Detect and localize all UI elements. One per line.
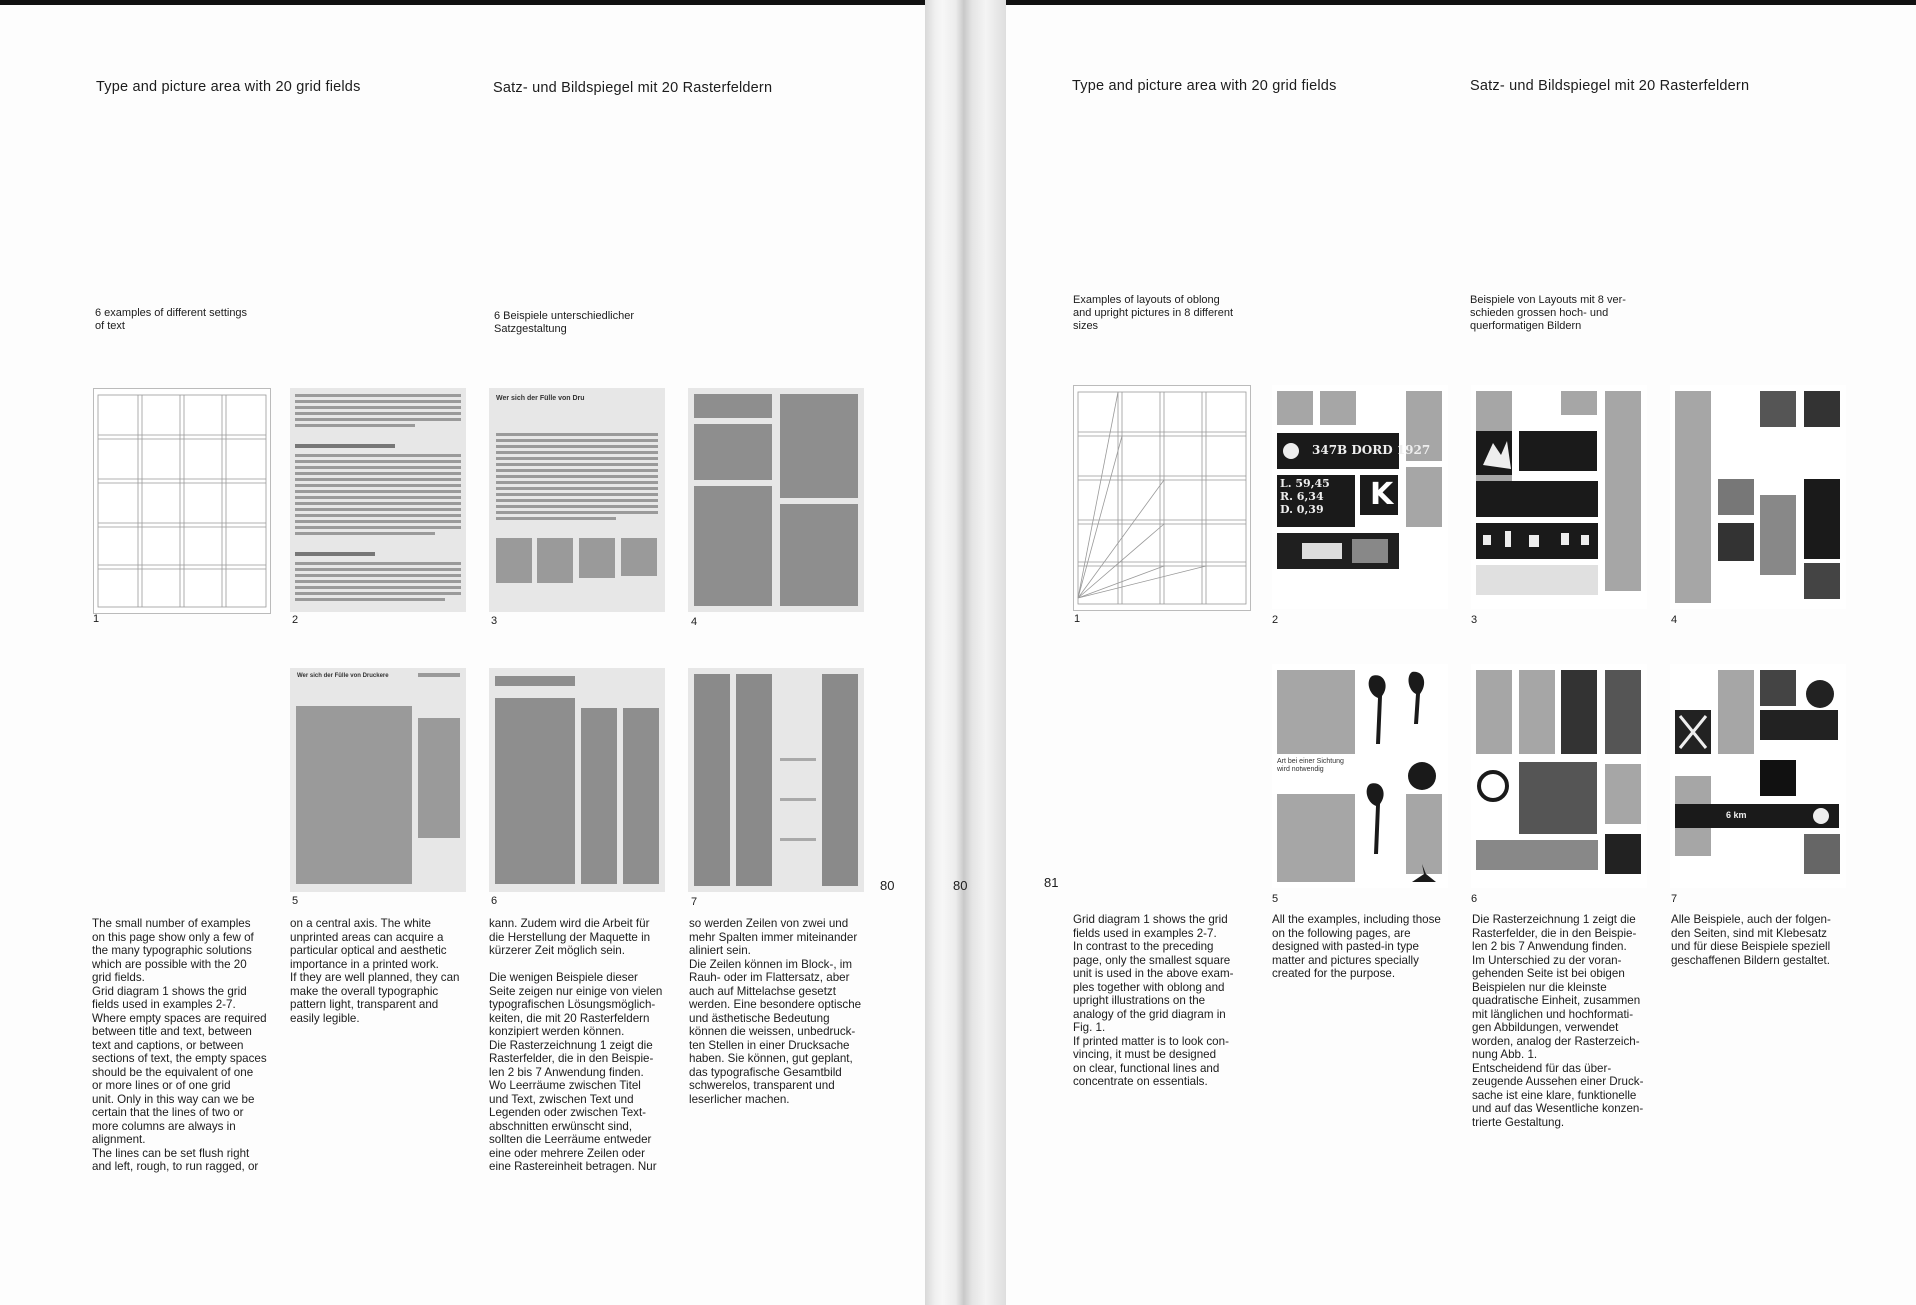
number-line: D. 0,39 [1280, 503, 1324, 516]
text-layout-thumbnail: Wer sich der Fülle von Dru [489, 388, 665, 612]
thumbnail-title: Wer sich der Fülle von Dru [496, 395, 585, 402]
numbers-text: L. 59,45 R. 6,34 D. 0,39 [1280, 477, 1330, 516]
grid-diagram-thumbnail [1073, 385, 1251, 611]
caption-line: wird notwendig [1277, 766, 1324, 773]
right-heading-en: Type and picture area with 20 grid field… [1072, 78, 1337, 94]
figure-number: 5 [292, 895, 299, 907]
caption-line: and upright pictures in 8 different [1073, 307, 1234, 319]
right-caption-de: Beispiele von Layouts mit 8 ver- schiede… [1470, 294, 1626, 333]
figure-number: 6 [491, 895, 498, 907]
number-line: L. 59,45 [1280, 477, 1330, 490]
thumbnail-caption: Art bei einer Sichtung wird notwendig [1277, 758, 1344, 774]
number-line: R. 6,34 [1280, 490, 1324, 503]
page-number: 80 [953, 878, 968, 893]
body-text-en-col2: on a central axis. The white unprinted ar… [290, 917, 460, 1025]
left-heading-en: Type and picture area with 20 grid field… [96, 79, 361, 95]
top-edge [1006, 0, 1916, 5]
banner-text: 347B DORD 1927 [1312, 443, 1431, 457]
right-heading-de: Satz- und Bildspiegel mit 20 Rasterfelde… [1470, 78, 1750, 94]
picture-layout-thumbnail: 6 km [1670, 664, 1846, 888]
page-number: 80 [880, 878, 895, 893]
top-edge [0, 0, 925, 5]
body-text-en-col2: All the examples, including those on the … [1272, 913, 1441, 980]
body-text-en-col1: Grid diagram 1 shows the grid fields used… [1073, 913, 1234, 1088]
caption-line: 6 Beispiele unterschiedlicher [494, 310, 635, 322]
picture-layout-thumbnail: 347B DORD 1927 K L. 59,45 R. 6,34 D. 0,3… [1272, 385, 1448, 609]
figure-number: 1 [93, 613, 100, 625]
figure-number: 2 [292, 614, 299, 626]
text-layout-thumbnail [688, 388, 864, 612]
figure-number: 5 [1272, 893, 1279, 905]
caption-line: Beispiele von Layouts mit 8 ver- [1470, 294, 1626, 306]
picture-layout-thumbnail [1670, 385, 1846, 609]
picture-layout-thumbnail [1471, 385, 1647, 609]
sign-text: 6 km [1726, 810, 1747, 820]
body-text-de-col4: Alle Beispiele, auch der folgen-den Seit… [1671, 913, 1831, 967]
caption-line: Satzgestaltung [494, 323, 567, 335]
left-caption-de: 6 Beispiele unterschiedlicher Satzgestal… [494, 310, 634, 336]
figure-number: 1 [1074, 613, 1081, 625]
book-gutter: 80 [925, 0, 1006, 1305]
picture-layout-thumbnail [1471, 664, 1647, 888]
figure-number: 3 [491, 615, 498, 627]
thumbnail-title: Wer sich der Fülle von Druckere [297, 673, 389, 679]
figure-number: 6 [1471, 893, 1478, 905]
caption-line: querformatigen Bildern [1470, 320, 1582, 332]
figure-number: 3 [1471, 614, 1478, 626]
caption-line: 6 examples of different settings [95, 307, 248, 319]
text-layout-thumbnail [489, 668, 665, 892]
body-text-de-col4: so werden Zeilen von zwei und mehr Spalte… [689, 917, 862, 1106]
right-caption-en: Examples of layouts of oblong and uprigh… [1073, 294, 1233, 333]
left-page: Type and picture area with 20 grid field… [0, 0, 925, 1305]
caption-line: Examples of layouts of oblong [1073, 294, 1220, 306]
body-text-de-col3: kann. Zudem wird die Arbeit für die Herst… [489, 917, 663, 1173]
figure-number: 7 [1671, 893, 1678, 905]
caption-line: of text [95, 320, 125, 332]
picture-layout-thumbnail: Art bei einer Sichtung wird notwendig [1272, 664, 1448, 888]
letter-k: K [1370, 477, 1394, 512]
caption-line: schieden grossen hoch- und [1470, 307, 1609, 319]
caption-line: sizes [1073, 320, 1099, 332]
text-layout-thumbnail [290, 388, 466, 612]
body-text-de-col3: Die Rasterzeichnung 1 zeigt die Rasterfel… [1472, 913, 1644, 1129]
figure-number: 4 [1671, 614, 1678, 626]
figure-number: 4 [691, 616, 698, 628]
figure-number: 2 [1272, 614, 1279, 626]
text-layout-thumbnail: Wer sich der Fülle von Druckere [290, 668, 466, 892]
grid-diagram-thumbnail [93, 388, 271, 614]
caption-line: Art bei einer Sichtung [1277, 758, 1344, 765]
figure-number: 7 [691, 896, 698, 908]
body-text-en-col1: The small number of examples on this page… [92, 917, 267, 1173]
right-page: Type and picture area with 20 grid field… [1006, 0, 1916, 1305]
page-number: 81 [1044, 875, 1059, 890]
left-caption-en: 6 examples of different settings of text [95, 307, 247, 333]
left-heading-de: Satz- und Bildspiegel mit 20 Rasterfelde… [493, 80, 773, 96]
text-layout-thumbnail [688, 668, 864, 892]
